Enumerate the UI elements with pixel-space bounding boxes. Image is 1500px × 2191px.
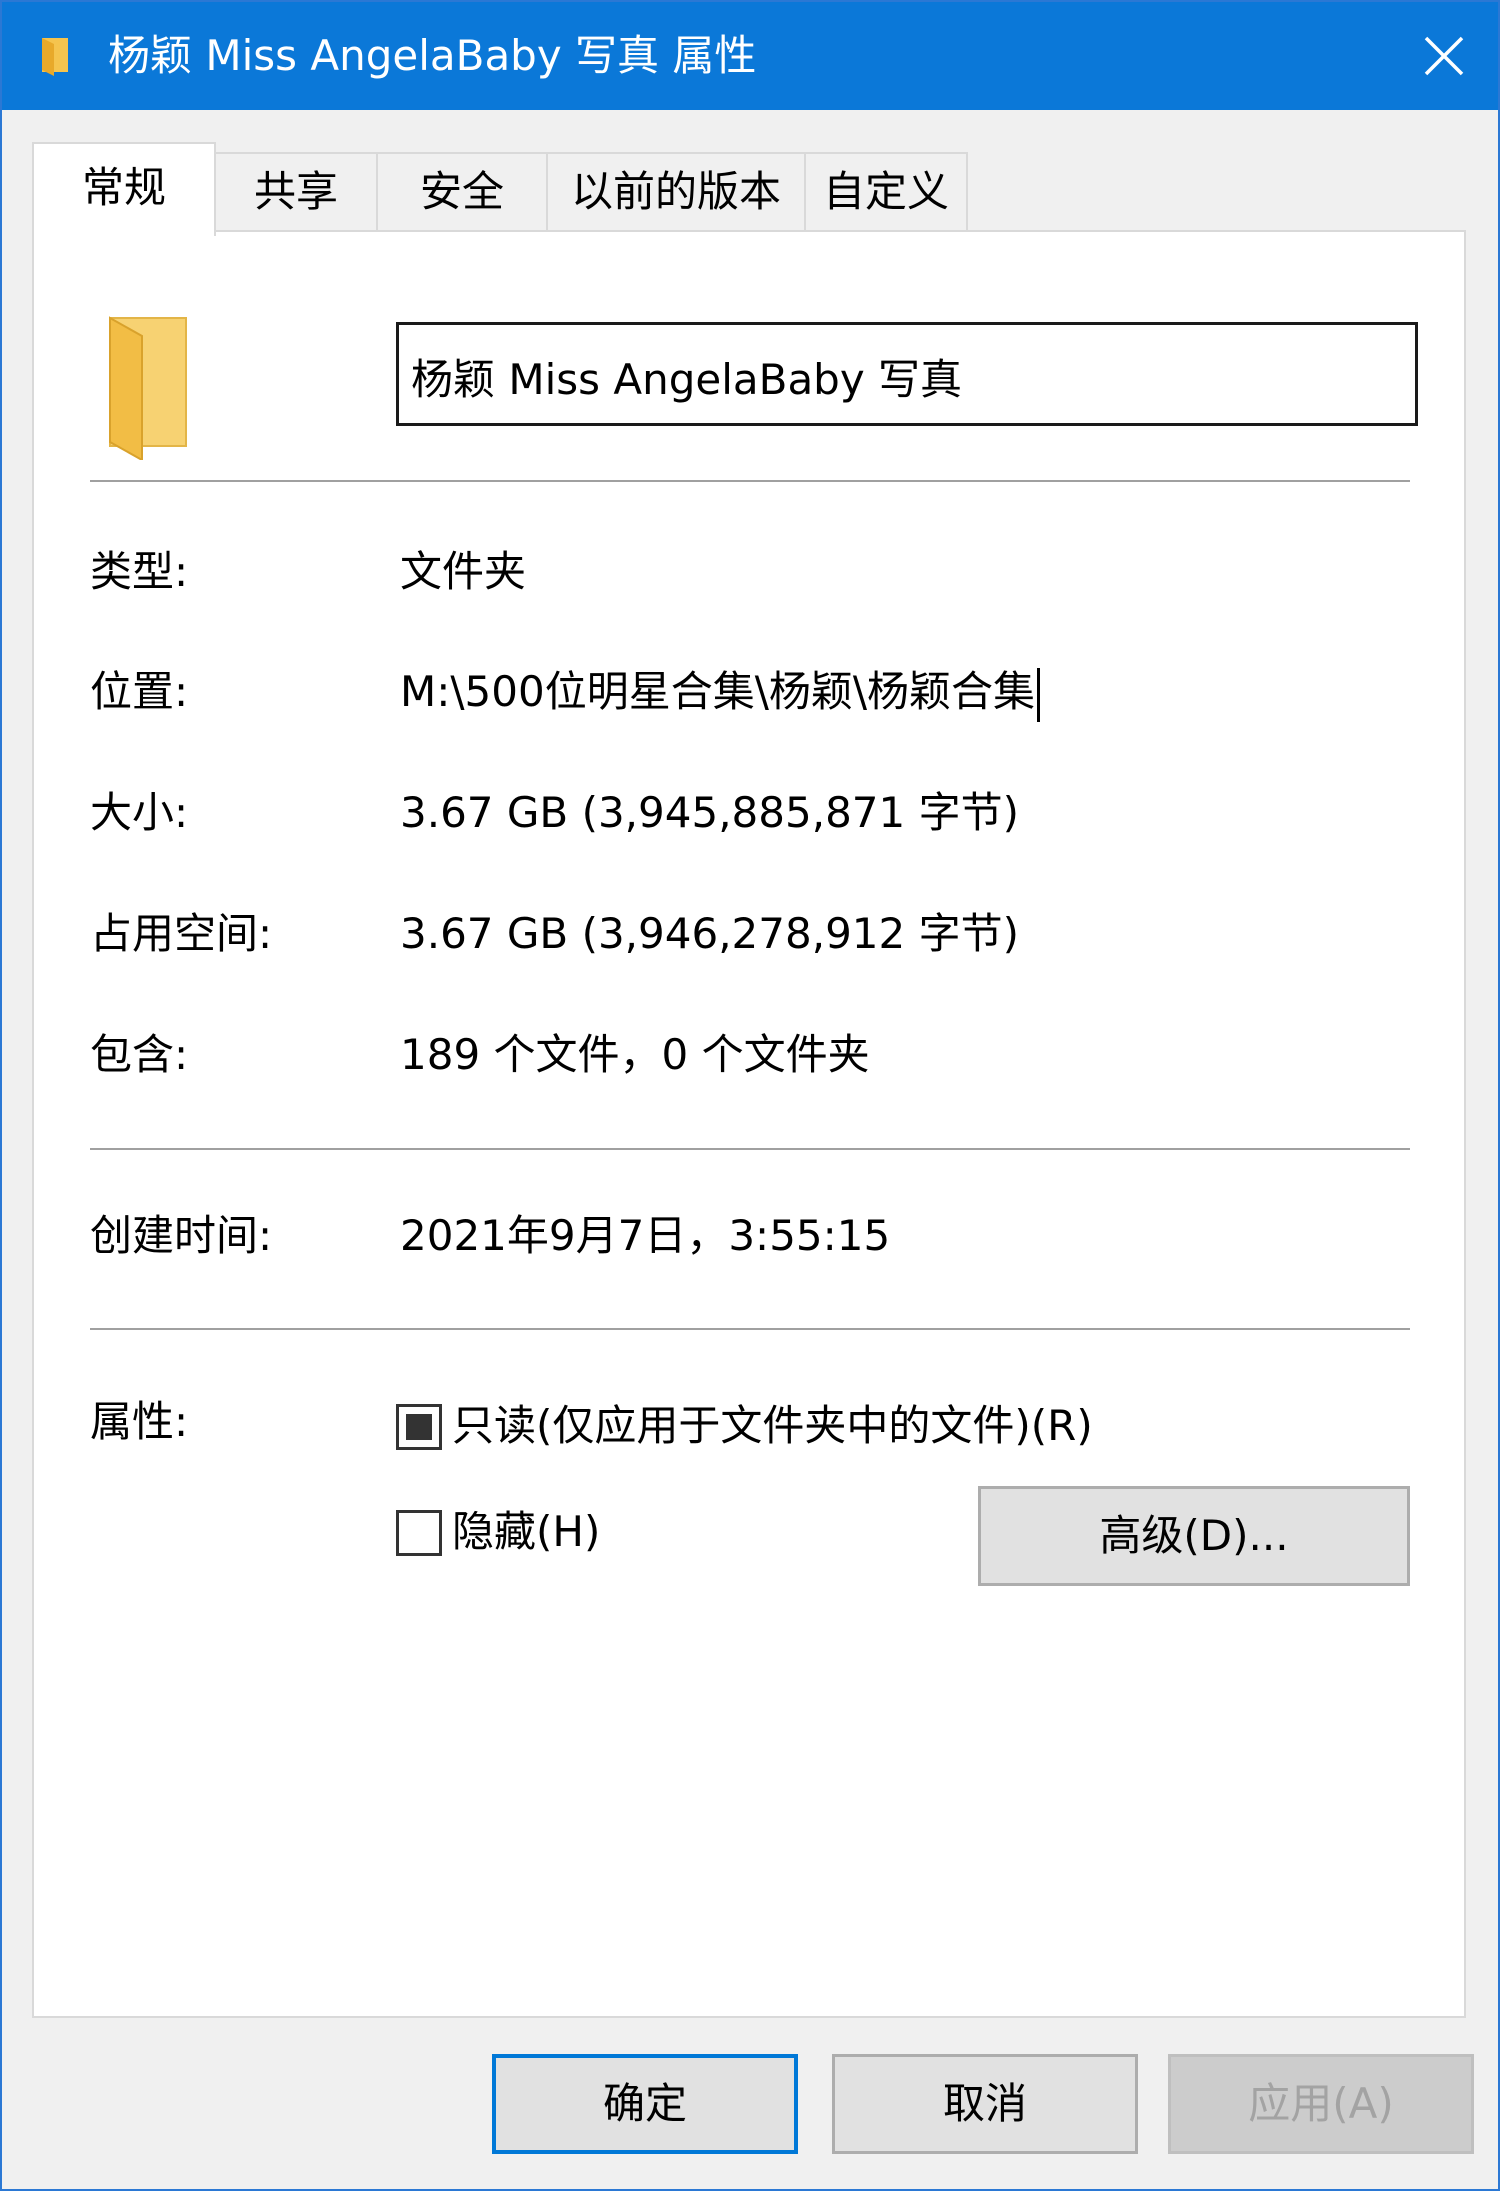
folder-icon [109, 316, 187, 460]
divider [90, 1328, 1410, 1330]
apply-button[interactable]: 应用(A) [1168, 2054, 1474, 2154]
contains-label: 包含: [90, 1030, 189, 1079]
hidden-checkbox[interactable] [396, 1510, 442, 1556]
location-label: 位置: [90, 667, 189, 716]
window-title: 杨颖 Miss AngelaBaby 写真 属性 [108, 31, 757, 80]
tab-customize[interactable]: 自定义 [804, 152, 968, 232]
text-caret [1037, 667, 1041, 722]
properties-dialog: 杨颖 Miss AngelaBaby 写真 属性 常规 共享 安全 以前的版本 … [0, 0, 1500, 2191]
tab-sharing[interactable]: 共享 [214, 152, 378, 232]
ok-button[interactable]: 确定 [492, 2054, 798, 2154]
title-bar[interactable]: 杨颖 Miss AngelaBaby 写真 属性 [2, 2, 1498, 110]
disk-size-label: 占用空间: [90, 909, 273, 958]
close-button[interactable] [1390, 2, 1498, 110]
readonly-label[interactable]: 只读(仅应用于文件夹中的文件)(R) [452, 1398, 1093, 1454]
tab-security[interactable]: 安全 [376, 152, 548, 232]
disk-size-value: 3.67 GB (3,946,278,912 字节) [400, 909, 1019, 958]
contains-value: 189 个文件，0 个文件夹 [400, 1030, 870, 1079]
location-value[interactable]: M:\500位明星合集\杨颖\杨颖合集 [400, 667, 1035, 716]
cancel-button[interactable]: 取消 [832, 2054, 1138, 2154]
type-value: 文件夹 [400, 547, 527, 596]
advanced-button[interactable]: 高级(D)... [978, 1486, 1410, 1586]
size-label: 大小: [90, 788, 189, 837]
type-label: 类型: [90, 547, 189, 596]
tab-general[interactable]: 常规 [32, 142, 216, 236]
general-panel: 类型: 文件夹 位置: M:\500位明星合集\杨颖\杨颖合集 大小: 3.67… [32, 230, 1466, 2018]
folder-name-input[interactable] [396, 322, 1418, 426]
size-value: 3.67 GB (3,945,885,871 字节) [400, 788, 1019, 837]
readonly-checkbox[interactable] [396, 1404, 442, 1450]
close-icon [1424, 36, 1464, 76]
attributes-label: 属性: [90, 1397, 189, 1446]
created-value: 2021年9月7日，3:55:15 [400, 1211, 891, 1260]
hidden-label[interactable]: 隐藏(H) [452, 1504, 600, 1560]
location-value-row[interactable]: M:\500位明星合集\杨颖\杨颖合集 [400, 664, 1041, 722]
divider [90, 1148, 1410, 1150]
divider [90, 480, 1410, 482]
folder-icon [42, 38, 68, 76]
created-label: 创建时间: [90, 1211, 273, 1260]
tab-previous-versions[interactable]: 以前的版本 [546, 152, 806, 232]
